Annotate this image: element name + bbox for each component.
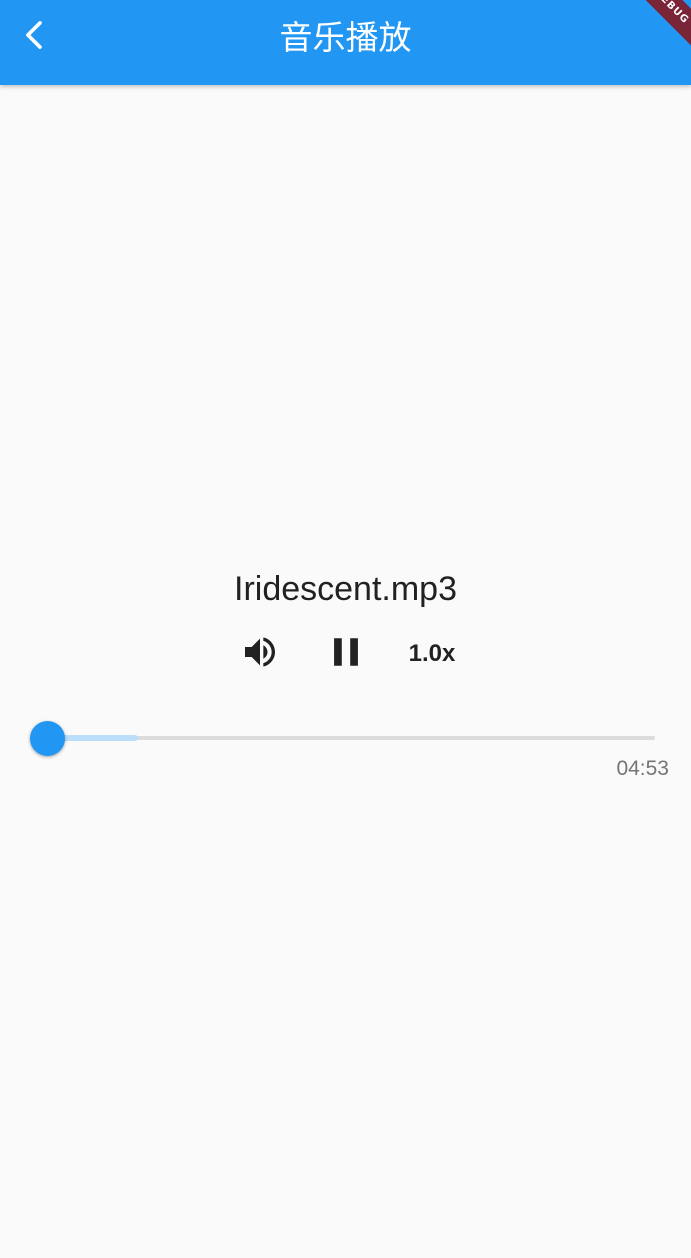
track-title: Iridescent.mp3 — [234, 570, 457, 608]
page-title: 音乐播放 — [279, 18, 412, 57]
player-controls: 1.0x — [0, 626, 691, 680]
volume-up-icon — [240, 632, 280, 676]
slider-thumb[interactable] — [30, 721, 65, 756]
slider-track — [47, 736, 655, 740]
progress-slider[interactable] — [30, 720, 670, 760]
volume-button[interactable] — [238, 632, 282, 676]
app-bar: 音乐播放 DEBUG — [0, 0, 691, 85]
pause-button[interactable] — [324, 632, 368, 676]
duration-label: 04:53 — [616, 757, 669, 780]
playback-speed-button[interactable]: 1.0x — [398, 632, 466, 676]
pause-icon — [324, 630, 368, 678]
